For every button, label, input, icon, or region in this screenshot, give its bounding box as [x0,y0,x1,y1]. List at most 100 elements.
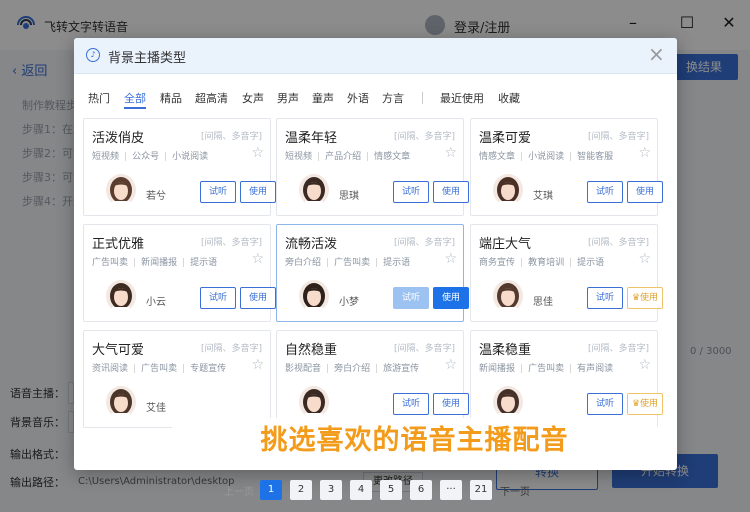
avatar [106,174,136,206]
voice-type-dialog: ♪ 背景主播类型 × 热门 全部 精品 超高清 女声 男声 童声 外语 方言 最… [74,38,677,500]
voice-tags: 资讯阅读广告叫卖专题宣传 [92,361,226,374]
voice-tags: 旁白介绍广告叫卖提示语 [285,255,410,268]
crown-icon: ♛ [631,399,641,409]
try-listen-button[interactable]: 试听 [393,181,429,203]
tab-child[interactable]: 童声 [312,90,334,106]
voice-style-name: 自然稳重 [285,343,338,358]
favorite-star-icon[interactable]: ☆ [444,145,457,161]
use-button[interactable]: 使用 [433,393,469,415]
voice-tags: 短视频公众号小说阅读 [92,149,208,162]
music-note-icon: ♪ [86,48,100,62]
prev-page[interactable]: 上一页 [224,483,254,498]
voice-name: 思佳 [533,297,553,308]
page-button[interactable]: 6 [410,480,432,500]
tab-male[interactable]: 男声 [277,90,299,106]
favorite-star-icon[interactable]: ☆ [638,251,651,267]
voice-tag: 公众号 [119,152,159,162]
avatar [299,174,329,206]
use-button[interactable]: ♛使用 [627,287,663,309]
voice-tag: 提示语 [370,258,410,268]
voice-tag: 教育培训 [515,258,564,268]
voice-card[interactable]: 温柔年轻 [间隔、多音字] 短视频产品介绍情感文章 ☆ 思琪 试听 使用 [276,118,469,216]
page-button[interactable]: 5 [380,480,402,500]
try-listen-button[interactable]: 试听 [393,287,429,309]
use-button[interactable]: ♛使用 [627,393,663,415]
favorite-star-icon[interactable]: ☆ [251,357,264,373]
page-ellipsis: ··· [440,480,462,500]
favorite-star-icon[interactable]: ☆ [638,357,651,373]
tab-recent[interactable]: 最近使用 [440,90,484,106]
tab-favorites[interactable]: 收藏 [498,90,520,106]
page-button[interactable]: 4 [350,480,372,500]
avatar [493,280,523,312]
voice-card[interactable]: 活泼俏皮 [间隔、多音字] 短视频公众号小说阅读 ☆ 若兮 试听 使用 [83,118,276,216]
avatar [106,386,136,418]
use-button[interactable]: 使用 [433,181,469,203]
feature-hint: [间隔、多音字] [587,132,649,142]
tab-all[interactable]: 全部 [124,90,146,106]
try-listen-button[interactable]: 试听 [587,393,623,415]
voice-style-name: 温柔年轻 [285,131,338,146]
try-listen-button[interactable]: 试听 [587,181,623,203]
voice-card[interactable]: 自然稳重 [间隔、多音字] 影视配音旁白介绍旅游宣传 ☆ 试听 使用 [276,330,469,428]
voice-tag: 情感文章 [361,152,410,162]
close-icon[interactable]: × [648,42,665,66]
active-tab-indicator [124,107,146,109]
voice-tag: 小说阅读 [515,152,564,162]
try-listen-button[interactable]: 试听 [200,287,236,309]
voice-name: 若兮 [146,191,166,202]
favorite-star-icon[interactable]: ☆ [444,251,457,267]
voice-tag: 商务宣传 [479,258,516,268]
voice-tag: 广告叫卖 [515,364,564,374]
voice-tag: 旁白介绍 [285,258,322,268]
use-button[interactable]: 使用 [433,287,469,309]
promo-banner: 挑选喜欢的语音主播配音 [172,418,657,470]
voice-tag: 新闻播报 [479,364,516,374]
favorite-star-icon[interactable]: ☆ [638,145,651,161]
voice-style-name: 活泼俏皮 [92,131,145,146]
favorite-star-icon[interactable]: ☆ [251,145,264,161]
use-button[interactable]: 使用 [627,181,663,203]
page-button[interactable]: 2 [290,480,312,500]
try-listen-button[interactable]: 试听 [200,181,236,203]
dialog-header: ♪ 背景主播类型 × [74,38,677,74]
voice-tag: 旅游宣传 [370,364,419,374]
use-button[interactable]: 使用 [240,181,276,203]
avatar-portrait-icon [493,174,523,206]
next-page[interactable]: 下一页 [500,483,530,498]
voice-card[interactable]: 温柔可爱 [间隔、多音字] 情感文章小说阅读智能客服 ☆ 艾琪 试听 使用 [470,118,663,216]
try-listen-button[interactable]: 试听 [587,287,623,309]
favorite-star-icon[interactable]: ☆ [251,251,264,267]
use-label: 使用 [248,293,267,303]
crown-icon: ♛ [631,293,641,303]
voice-tag: 有声阅读 [564,364,613,374]
avatar-portrait-icon [493,386,523,418]
voice-name: 小梦 [339,297,359,308]
voice-card[interactable]: 流畅活泼 [间隔、多音字] 旁白介绍广告叫卖提示语 ☆ 小梦 试听 使用 [276,224,469,322]
page-button[interactable]: 21 [470,480,492,500]
page-button[interactable]: 1 [260,480,282,500]
tab-female[interactable]: 女声 [242,90,264,106]
tab-hot[interactable]: 热门 [88,90,110,106]
page-button[interactable]: 3 [320,480,342,500]
voice-card[interactable]: 端庄大气 [间隔、多音字] 商务宣传教育培训提示语 ☆ 思佳 试听 ♛使用 [470,224,663,322]
use-label: 使用 [248,187,267,197]
feature-hint: [间隔、多音字] [393,238,455,248]
use-button[interactable]: 使用 [240,287,276,309]
voice-tag: 提示语 [564,258,604,268]
tab-foreign[interactable]: 外语 [347,90,369,106]
voice-tags: 情感文章小说阅读智能客服 [479,149,613,162]
voice-card[interactable]: 温柔稳重 [间隔、多音字] 新闻播报广告叫卖有声阅读 ☆ 试听 ♛使用 [470,330,663,428]
favorite-star-icon[interactable]: ☆ [444,357,457,373]
voice-card[interactable]: 大气可爱 [间隔、多音字] 资讯阅读广告叫卖专题宣传 ☆ 艾佳 [83,330,271,428]
use-label: 使用 [640,399,659,409]
tab-premium[interactable]: 精品 [160,90,182,106]
voice-style-name: 温柔稳重 [479,343,532,358]
feature-hint: [间隔、多音字] [200,132,262,142]
voice-tag: 提示语 [177,258,217,268]
tab-ultra-hd[interactable]: 超高清 [195,90,228,106]
voice-card[interactable]: 正式优雅 [间隔、多音字] 广告叫卖新闻播报提示语 ☆ 小云 试听 使用 [83,224,276,322]
tab-dialect[interactable]: 方言 [382,90,404,106]
try-listen-button[interactable]: 试听 [393,393,429,415]
voice-tag: 产品介绍 [312,152,361,162]
